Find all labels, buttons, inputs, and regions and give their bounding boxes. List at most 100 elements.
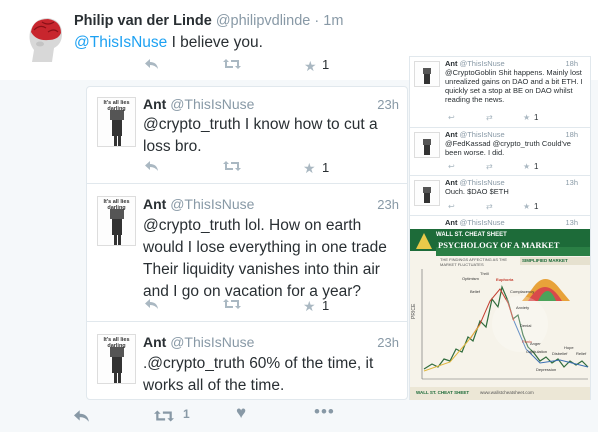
tweet-time[interactable]: 23h — [377, 335, 399, 350]
avatar[interactable]: It's all lies darling — [97, 334, 136, 384]
author-name[interactable]: Ant — [143, 96, 166, 112]
mini-time[interactable]: 13h — [565, 218, 578, 227]
like-icon[interactable]: ♥ — [236, 403, 246, 423]
phase-label: Denial — [520, 323, 532, 328]
like-icon[interactable]: ★ — [523, 202, 530, 211]
author-name[interactable]: Ant — [445, 59, 458, 68]
author-handle[interactable]: @ThisIsNuse — [170, 334, 254, 350]
phase-label: Anxiety — [516, 305, 530, 310]
like-icon[interactable]: ★ — [304, 58, 317, 75]
infographic-subtitle: THE FINDINGS AFFECTING AS THE MARKET FLU… — [440, 257, 508, 267]
tweet-time[interactable]: 23h — [377, 197, 399, 212]
retweet-icon[interactable]: ⇄ — [486, 202, 493, 211]
author-name[interactable]: Ant — [445, 130, 458, 139]
thread-tweet: It's all lies darling Ant @ThisIsNuse 23… — [87, 183, 407, 322]
infographic-image — [410, 229, 590, 402]
tweet-actions: ★ 1 — [145, 298, 395, 314]
phase-label: Relief — [576, 351, 587, 356]
tweet-header: Ant @ThisIsNuse — [143, 96, 254, 112]
tweet-body: I believe you. — [167, 34, 263, 51]
mini-text: @FedKassad @crypto_truth Could've been w… — [445, 139, 571, 157]
like-count: 1 — [322, 160, 330, 175]
mini-actions: ↩ ⇄ ★ 1 — [448, 202, 578, 212]
like-count: 1 — [322, 298, 330, 313]
tweet-text: @crypto_truth I know how to cut a loss b… — [143, 116, 378, 155]
mention-link[interactable]: @ThisIsNuse — [74, 34, 167, 51]
mini-time[interactable]: 18h — [565, 59, 578, 68]
mini-time[interactable]: 18h — [565, 130, 578, 139]
author-name[interactable]: Ant — [445, 218, 458, 227]
author-handle[interactable]: @ThisIsNuse — [170, 96, 254, 112]
like-count: 1 — [534, 162, 539, 171]
reply-icon[interactable]: ↩ — [448, 162, 455, 171]
tweet-time[interactable]: 23h — [377, 97, 399, 112]
infographic-brand: WALL ST. CHEAT SHEET — [436, 232, 507, 238]
main-actions: ★ 1 — [145, 57, 345, 75]
mini-tweet: Ant @ThisIsNuse 18h @CryptoGoblin Shit h… — [410, 57, 590, 127]
tweet-text: @ThisIsNuse I believe you. — [74, 34, 263, 52]
phase-label: Euphoria — [496, 277, 514, 282]
mini-tweet: Ant @ThisIsNuse 18h @FedKassad @crypto_t… — [410, 127, 590, 176]
author-handle[interactable]: @philipvdlinde — [216, 13, 311, 29]
psychology-infographic[interactable]: WALL ST. CHEAT SHEET PSYCHOLOGY OF A MAR… — [410, 229, 590, 402]
tweet-actions: ★ 1 — [145, 160, 395, 176]
mini-header: Ant @ThisIsNuse — [445, 218, 505, 227]
mini-time[interactable]: 13h — [565, 178, 578, 187]
mini-avatar[interactable] — [414, 61, 440, 87]
retweet-count: 1 — [183, 407, 190, 421]
retweet-icon[interactable] — [223, 160, 241, 175]
tweet-text: .@crypto_truth 60% of the time, it works… — [143, 355, 374, 394]
retweet-icon[interactable] — [223, 298, 241, 313]
phase-label: Complacency — [510, 289, 535, 294]
avatar-caption: It's all lies darling — [103, 100, 130, 112]
more-icon[interactable]: ••• — [314, 402, 335, 422]
reply-icon[interactable] — [145, 160, 159, 175]
like-count: 1 — [534, 202, 539, 211]
avatar-caption: It's all lies darling — [103, 199, 130, 211]
reply-icon[interactable] — [145, 298, 159, 313]
thread-tweet: It's all lies darling Ant @ThisIsNuse 23… — [87, 87, 407, 183]
avatar-brain-image — [18, 12, 66, 62]
mini-text: @CryptoGoblin Shit happens. Mainly lost … — [445, 68, 583, 104]
mini-text: Ouch. $DAO $ETH — [445, 187, 509, 196]
like-icon[interactable]: ★ — [303, 160, 316, 177]
author-handle[interactable]: @ThisIsNuse — [460, 218, 505, 227]
phase-label: Disbelief — [552, 351, 568, 356]
author-handle[interactable]: @ThisIsNuse — [460, 178, 505, 187]
author-handle[interactable]: @ThisIsNuse — [460, 59, 505, 68]
avatar[interactable]: It's all lies darling — [97, 196, 136, 246]
reply-icon[interactable]: ↩ — [448, 113, 455, 122]
mini-avatar[interactable] — [414, 132, 440, 158]
retweet-icon[interactable] — [154, 408, 174, 428]
author-name[interactable]: Ant — [143, 196, 166, 212]
tweet-actions-bar: 1 ♥ ••• — [0, 400, 598, 432]
reply-icon[interactable] — [145, 58, 159, 73]
retweet-icon[interactable] — [223, 58, 241, 73]
tweet-time[interactable]: 1m — [323, 13, 343, 29]
infographic-title: PSYCHOLOGY OF A MARKET — [438, 240, 560, 250]
avatar[interactable]: It's all lies darling — [97, 97, 136, 147]
author-name[interactable]: Ant — [445, 178, 458, 187]
mini-header: Ant @ThisIsNuse — [445, 59, 505, 68]
reply-icon[interactable] — [74, 408, 90, 428]
retweet-icon[interactable]: ⇄ — [486, 162, 493, 171]
phase-label: Anger — [530, 341, 541, 346]
author-name[interactable]: Ant — [143, 334, 166, 350]
author-handle[interactable]: @ThisIsNuse — [460, 130, 505, 139]
embedded-screenshot: Ant @ThisIsNuse 18h @CryptoGoblin Shit h… — [409, 56, 591, 403]
mini-header: Ant @ThisIsNuse — [445, 178, 505, 187]
retweet-icon[interactable]: ⇄ — [486, 113, 493, 122]
reply-icon[interactable]: ↩ — [448, 202, 455, 211]
like-icon[interactable]: ★ — [523, 113, 530, 122]
conversation-thread: It's all lies darling Ant @ThisIsNuse 23… — [86, 86, 408, 400]
user-avatar[interactable] — [18, 12, 66, 62]
author-name[interactable]: Philip van der Linde — [74, 13, 212, 29]
like-count: 1 — [534, 113, 539, 122]
phase-label: Thrill — [480, 271, 489, 276]
like-icon[interactable]: ★ — [303, 298, 316, 315]
author-handle[interactable]: @ThisIsNuse — [170, 196, 254, 212]
mini-avatar[interactable] — [414, 180, 440, 206]
phase-label: Optimism — [462, 276, 479, 281]
phase-label: Belief — [470, 289, 481, 294]
like-icon[interactable]: ★ — [523, 162, 530, 171]
